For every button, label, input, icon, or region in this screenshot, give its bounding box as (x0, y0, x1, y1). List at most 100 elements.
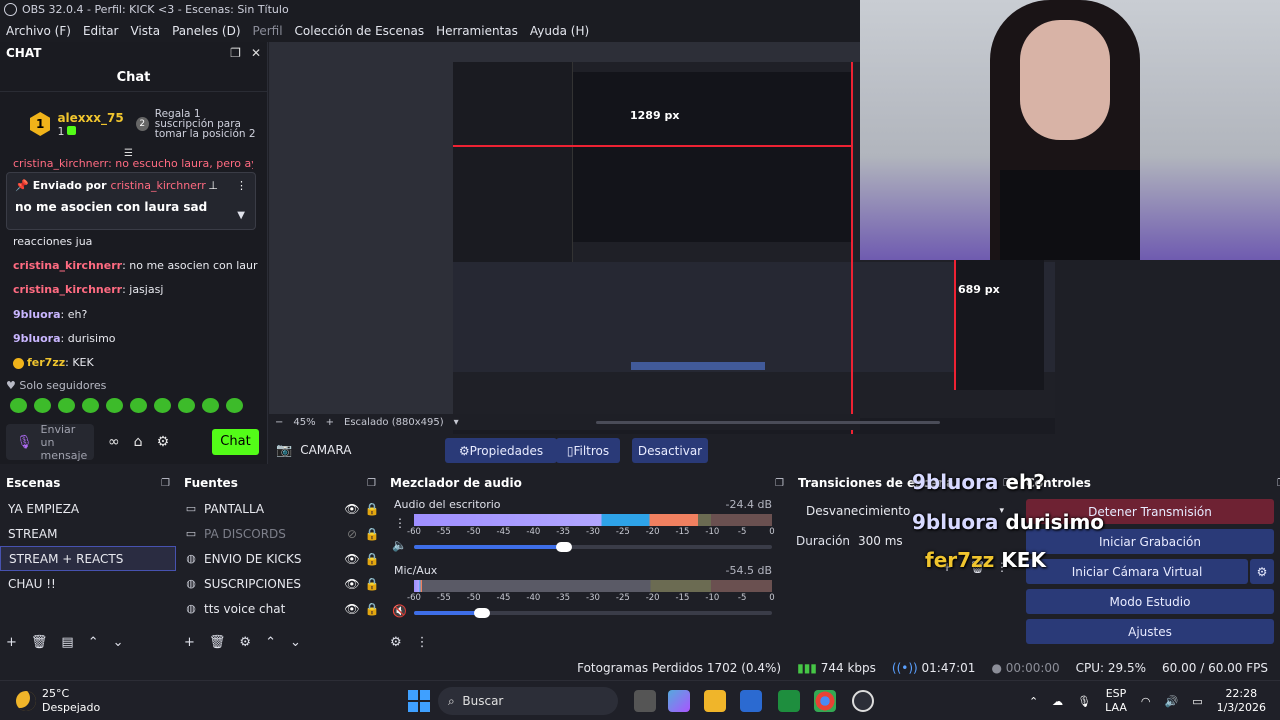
chevron-down-icon[interactable]: ▾ (454, 417, 459, 428)
volume-icon[interactable]: 🔊 (1164, 695, 1178, 708)
lock-icon[interactable]: 🔒 (362, 502, 382, 516)
scene-item[interactable]: STREAM (0, 521, 176, 546)
weather-widget[interactable]: 25°C Despejado (16, 687, 100, 715)
gear-icon[interactable]: ⚙ (239, 635, 251, 650)
taskbar-search[interactable]: ⌕ Buscar (438, 687, 618, 715)
lock-icon[interactable]: 🔒 (362, 602, 382, 616)
lock-icon[interactable]: 🔒 (362, 577, 382, 591)
eye-icon[interactable]: 👁 (342, 552, 362, 566)
unpin-icon[interactable]: ⊥ (208, 179, 218, 192)
eye-icon[interactable]: 👁 (342, 577, 362, 591)
send-chat-button[interactable]: Chat (212, 429, 259, 455)
emote-icon[interactable] (82, 398, 99, 413)
trash-icon[interactable]: 🗑 (209, 635, 226, 650)
slider-handle[interactable] (474, 608, 490, 618)
mixer-settings-icon[interactable]: ⚙ (390, 635, 402, 650)
gift-prompt[interactable]: Regala 1 suscripción para tomar la posic… (155, 109, 257, 140)
folder-icon[interactable] (704, 690, 726, 712)
preview-scrollbar[interactable] (596, 421, 940, 424)
battery-icon[interactable]: ▭ (1192, 695, 1202, 708)
eye-icon[interactable]: 👁 (342, 602, 362, 616)
virtual-camera-button[interactable]: Iniciar Cámara Virtual (1026, 559, 1248, 584)
menu-coleccion-escenas[interactable]: Colección de Escenas (289, 24, 431, 38)
emote-icon[interactable] (130, 398, 147, 413)
windows-start-icon[interactable] (408, 690, 430, 712)
settings-button[interactable]: Ajustes (1026, 619, 1274, 644)
arrow-down-icon[interactable]: ⌄ (290, 635, 301, 650)
volume-slider[interactable] (414, 542, 772, 552)
lock-icon[interactable]: 🔒 (362, 552, 382, 566)
more-options-icon[interactable]: ⋮ (236, 179, 247, 192)
scene-item-selected[interactable]: STREAM + REACTS (0, 546, 176, 571)
task-view-icon[interactable] (634, 690, 656, 712)
source-item[interactable]: ◍ SUSCRIPCIONES 👁 🔒 (178, 571, 382, 596)
studio-mode-button[interactable]: Modo Estudio (1026, 589, 1274, 614)
menu-editar[interactable]: Editar (77, 24, 125, 38)
emote-icon[interactable] (58, 398, 75, 413)
gear-icon[interactable]: ⚙ (1250, 559, 1274, 584)
chevron-up-icon[interactable]: ⌃ (1029, 695, 1038, 708)
menu-perfil[interactable]: Perfil (247, 24, 289, 38)
float-dock-icon[interactable]: ❐ (230, 46, 241, 60)
filters-button[interactable]: ▯ Filtros (556, 438, 620, 463)
language-indicator[interactable]: ESP LAA (1105, 687, 1127, 715)
chat-username[interactable]: cristina_kirchnerr (13, 259, 122, 272)
emote-icon[interactable] (226, 398, 243, 413)
gear-icon[interactable]: ⚙ (157, 434, 170, 450)
chevron-down-icon[interactable]: ▼ (237, 210, 245, 221)
program-preview[interactable] (269, 42, 1055, 434)
speaker-icon[interactable]: 🔈 (392, 538, 407, 552)
cloud-icon[interactable]: ☁ (1052, 695, 1063, 708)
microphone-icon[interactable]: 🎙 (1077, 695, 1091, 708)
scene-item[interactable]: YA EMPIEZA (0, 496, 176, 521)
slider-handle[interactable] (556, 542, 572, 552)
source-item[interactable]: ◍ tts voice chat 👁 🔒 (178, 596, 382, 621)
menu-ayuda[interactable]: Ayuda (H) (524, 24, 595, 38)
emote-icon[interactable] (10, 398, 27, 413)
microphone-icon[interactable]: 🎙 (16, 436, 33, 449)
trash-icon[interactable]: 🗑 (31, 635, 48, 650)
emote-icon[interactable] (154, 398, 171, 413)
obs-taskbar-icon[interactable] (852, 690, 874, 712)
pinned-user[interactable]: cristina_kirchnerr (111, 179, 206, 192)
source-item[interactable]: ◍ ENVIO DE KICKS 👁 🔒 (178, 546, 382, 571)
emote-icon[interactable] (34, 398, 51, 413)
arrow-down-icon[interactable]: ⌄ (113, 635, 124, 650)
menu-herramientas[interactable]: Herramientas (430, 24, 524, 38)
clock[interactable]: 22:28 1/3/2026 (1217, 687, 1266, 715)
menu-archivo[interactable]: Archivo (F) (0, 24, 77, 38)
chat-username[interactable]: 9bluora (13, 308, 61, 321)
gifter-username[interactable]: alexxx_75 (57, 111, 123, 125)
chat-input[interactable]: 🎙 Enviar un mensaje (6, 423, 94, 462)
close-icon[interactable]: ✕ (251, 46, 261, 60)
zoom-in-icon[interactable]: + (326, 417, 334, 428)
volume-slider[interactable] (414, 608, 772, 618)
drag-handle-icon[interactable]: ☰ (124, 148, 133, 159)
chat-username[interactable]: cristina_kirchnerr (13, 283, 122, 296)
filter-icon[interactable]: ▤ (61, 635, 73, 650)
chrome-icon[interactable] (814, 690, 836, 712)
add-icon[interactable]: + (6, 635, 17, 650)
emote-icon[interactable] (202, 398, 219, 413)
add-icon[interactable]: + (184, 635, 195, 650)
source-item[interactable]: ▭ PANTALLA 👁 🔒 (178, 496, 382, 521)
wifi-icon[interactable]: ◠ (1141, 695, 1151, 708)
copilot-icon[interactable] (668, 690, 690, 712)
arrow-up-icon[interactable]: ⌃ (88, 635, 99, 650)
float-dock-icon[interactable]: ❐ (161, 478, 170, 489)
properties-button[interactable]: ⚙ Propiedades (445, 438, 557, 463)
lock-icon[interactable]: 🔒 (362, 527, 382, 541)
arrow-up-icon[interactable]: ⌃ (265, 635, 276, 650)
scaling-label[interactable]: Escalado (880x495) (344, 417, 444, 428)
more-options-icon[interactable]: ⋮ (394, 516, 406, 530)
menu-paneles[interactable]: Paneles (D) (166, 24, 246, 38)
chat-username[interactable]: fer7zz (27, 356, 65, 369)
spreadsheet-icon[interactable] (778, 690, 800, 712)
more-options-icon[interactable]: ⋮ (416, 635, 429, 650)
zoom-out-icon[interactable]: − (275, 417, 283, 428)
deactivate-button[interactable]: Desactivar (632, 438, 708, 463)
store-icon[interactable]: ⌂ (134, 434, 143, 450)
scene-item[interactable]: CHAU !! (0, 571, 176, 596)
source-item[interactable]: ▭ PA DISCORDS ⊘ 🔒 (178, 521, 382, 546)
float-dock-icon[interactable]: ❐ (367, 478, 376, 489)
